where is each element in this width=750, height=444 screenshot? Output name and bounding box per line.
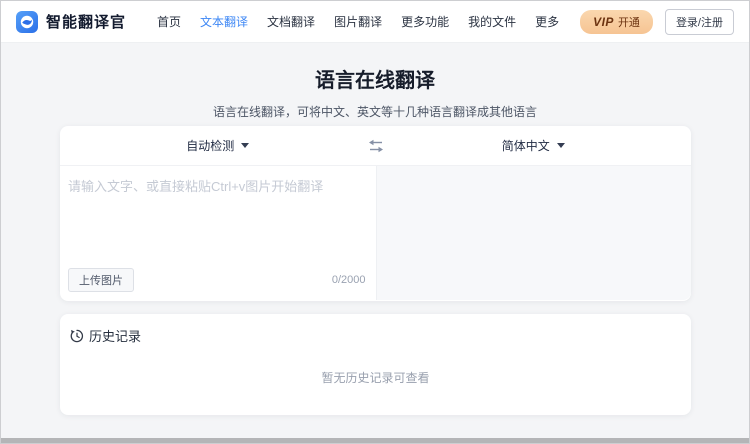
app-logo-icon [16,11,38,33]
translator-body: 上传图片 0/2000 [60,166,691,300]
target-language-dropdown[interactable]: 简体中文 [502,137,565,154]
page-subtitle: 语言在线翻译，可将中文、英文等十几种语言翻译成其他语言 [1,103,749,120]
nav-item-text-translate[interactable]: 文本翻译 [200,13,248,30]
source-language-area: 自动检测 [60,126,376,165]
target-language-label: 简体中文 [502,137,550,154]
history-icon [70,329,84,343]
character-counter: 0/2000 [332,274,366,286]
language-toolbar: 自动检测 简体中文 [60,126,691,166]
history-title: 历史记录 [89,326,141,345]
chevron-down-icon [557,143,565,148]
history-header: 历史记录 [60,314,691,345]
nav-item-doc-translate[interactable]: 文档翻译 [267,13,315,30]
nav-item-more[interactable]: 更多 [535,13,559,30]
history-panel: 历史记录 暂无历史记录可查看 [60,314,691,415]
translation-output-pane [376,166,692,300]
history-empty-message: 暂无历史记录可查看 [60,369,691,386]
nav-item-home[interactable]: 首页 [157,13,181,30]
hero-section: 语言在线翻译 语言在线翻译，可将中文、英文等十几种语言翻译成其他语言 [1,43,749,120]
header-actions: VIP 开通 登录/注册 [580,9,734,35]
source-text-input[interactable] [60,166,376,262]
source-text-pane: 上传图片 0/2000 [60,166,376,300]
vip-action-label: 开通 [618,14,640,30]
top-navbar: 智能翻译官 首页 文本翻译 文档翻译 图片翻译 更多功能 我的文件 更多 VIP… [1,1,749,43]
brand-title: 智能翻译官 [46,11,126,32]
target-language-area: 简体中文 [376,126,692,165]
nav-item-more-features[interactable]: 更多功能 [401,13,449,30]
swap-languages-icon[interactable] [366,138,386,153]
login-register-button[interactable]: 登录/注册 [665,9,734,35]
input-footer: 上传图片 0/2000 [68,268,366,292]
source-language-label: 自动检测 [186,137,234,154]
nav-item-image-translate[interactable]: 图片翻译 [334,13,382,30]
page-title: 语言在线翻译 [1,64,749,93]
vip-badge: VIP [593,15,614,29]
translator-panel: 自动检测 简体中文 上传图片 [60,126,691,301]
translation-app-page: { "header": { "brand": "智能翻译官", "nav": [… [0,0,750,444]
window-bottom-edge [1,438,749,443]
main-nav: 首页 文本翻译 文档翻译 图片翻译 更多功能 我的文件 更多 [157,13,559,30]
nav-item-my-files[interactable]: 我的文件 [468,13,516,30]
chevron-down-icon [241,143,249,148]
upload-image-button[interactable]: 上传图片 [68,268,134,292]
source-language-dropdown[interactable]: 自动检测 [186,137,249,154]
vip-upgrade-button[interactable]: VIP 开通 [580,10,653,34]
